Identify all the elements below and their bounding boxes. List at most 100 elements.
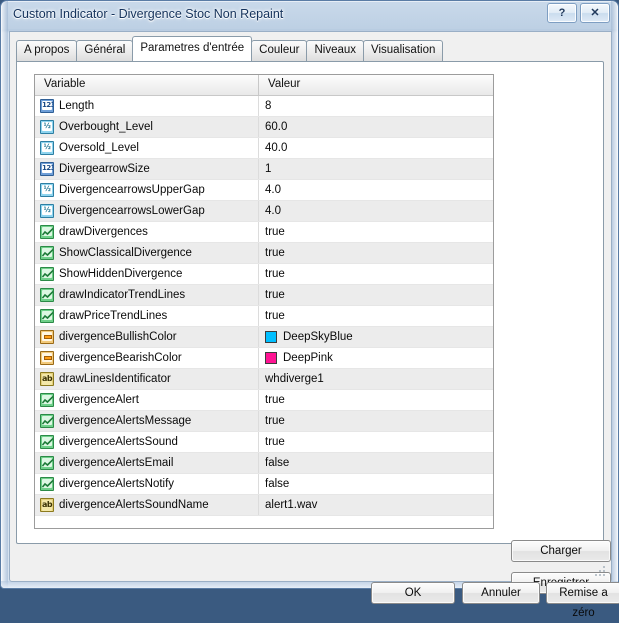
- cell-value[interactable]: true: [259, 222, 493, 242]
- value-text: 60.0: [265, 121, 288, 133]
- cell-variable[interactable]: ShowHiddenDivergence: [35, 264, 259, 284]
- variable-name: drawPriceTrendLines: [59, 310, 168, 322]
- close-button[interactable]: ✕: [580, 3, 610, 23]
- cell-variable[interactable]: divergenceBearishColor: [35, 348, 259, 368]
- cell-value[interactable]: DeepPink: [259, 348, 493, 368]
- dialog-client-area: A propos Général Parametres d'entrée Couleu…: [9, 31, 619, 619]
- cell-value[interactable]: true: [259, 432, 493, 452]
- table-row[interactable]: 123 DivergearrowSize 1: [35, 159, 493, 180]
- charger-button[interactable]: Charger: [511, 540, 611, 562]
- cell-variable[interactable]: divergenceAlertsNotify: [35, 474, 259, 494]
- table-row[interactable]: drawPriceTrendLines true: [35, 306, 493, 327]
- cell-variable[interactable]: drawDivergences: [35, 222, 259, 242]
- dialog-window: Custom Indicator - Divergence Stoc Non R…: [0, 0, 619, 619]
- table-row[interactable]: ab divergenceAlertsSoundName alert1.wav: [35, 495, 493, 516]
- annuler-button[interactable]: Annuler: [462, 582, 540, 604]
- variable-name: divergenceBullishColor: [59, 331, 177, 343]
- cell-value[interactable]: true: [259, 285, 493, 305]
- value-text: true: [265, 394, 285, 406]
- cell-variable[interactable]: ½ DivergencearrowsLowerGap: [35, 201, 259, 221]
- tab-niveaux[interactable]: Niveaux: [306, 40, 365, 61]
- cell-variable[interactable]: drawIndicatorTrendLines: [35, 285, 259, 305]
- cell-variable[interactable]: ½ Overbought_Level: [35, 117, 259, 137]
- cell-variable[interactable]: ½ DivergencearrowsUpperGap: [35, 180, 259, 200]
- tab-parametres-d-entr-e[interactable]: Parametres d'entrée: [132, 36, 253, 61]
- cell-variable[interactable]: divergenceAlertsSound: [35, 432, 259, 452]
- cell-variable[interactable]: ab drawLinesIdentificator: [35, 369, 259, 389]
- table-row[interactable]: ½ Overbought_Level 60.0: [35, 117, 493, 138]
- cell-variable[interactable]: divergenceAlert: [35, 390, 259, 410]
- window-border-right: [611, 1, 618, 588]
- tab-g-n-ral[interactable]: Général: [76, 40, 134, 61]
- table-row[interactable]: ShowHiddenDivergence true: [35, 264, 493, 285]
- parameters-grid[interactable]: Variable Valeur 123 Length 8 ½ Overbought_Le…: [34, 74, 494, 529]
- table-row[interactable]: divergenceAlert true: [35, 390, 493, 411]
- cell-value[interactable]: 4.0: [259, 201, 493, 221]
- window-border-left: [1, 1, 8, 588]
- tab-couleur[interactable]: Couleur: [251, 40, 308, 61]
- cell-value[interactable]: 40.0: [259, 138, 493, 158]
- grid-body: 123 Length 8 ½ Overbought_Level 60.0 ½ Oversold…: [35, 96, 493, 516]
- cell-value[interactable]: false: [259, 453, 493, 473]
- variable-name: DivergencearrowsUpperGap: [59, 184, 205, 196]
- cell-value[interactable]: 4.0: [259, 180, 493, 200]
- table-row[interactable]: divergenceAlertsEmail false: [35, 453, 493, 474]
- resize-grip-icon[interactable]: [594, 565, 606, 577]
- column-header-variable[interactable]: Variable: [35, 75, 259, 95]
- table-row[interactable]: divergenceAlertsSound true: [35, 432, 493, 453]
- help-button[interactable]: ?: [547, 3, 577, 23]
- table-row[interactable]: divergenceBullishColor DeepSkyBlue: [35, 327, 493, 348]
- question-mark-icon: ?: [558, 7, 566, 19]
- bool-icon: [40, 309, 54, 323]
- cell-variable[interactable]: ab divergenceAlertsSoundName: [35, 495, 259, 515]
- table-row[interactable]: drawIndicatorTrendLines true: [35, 285, 493, 306]
- grid-header-row: Variable Valeur: [35, 75, 493, 96]
- cell-value[interactable]: DeepSkyBlue: [259, 327, 493, 347]
- table-row[interactable]: drawDivergences true: [35, 222, 493, 243]
- value-text: 4.0: [265, 184, 281, 196]
- cell-variable[interactable]: drawPriceTrendLines: [35, 306, 259, 326]
- cell-variable[interactable]: 123 Length: [35, 96, 259, 116]
- cell-value[interactable]: true: [259, 390, 493, 410]
- tab-a-propos[interactable]: A propos: [16, 40, 78, 61]
- double-icon: ½: [40, 183, 54, 197]
- cell-value[interactable]: true: [259, 306, 493, 326]
- table-row[interactable]: divergenceAlertsNotify false: [35, 474, 493, 495]
- table-row[interactable]: 123 Length 8: [35, 96, 493, 117]
- cell-value[interactable]: false: [259, 474, 493, 494]
- ok-button[interactable]: OK: [371, 582, 455, 604]
- tab-strip: A propos Général Parametres d'entrée Couleu…: [16, 36, 444, 62]
- double-icon: ½: [40, 120, 54, 134]
- cell-variable[interactable]: divergenceAlertsEmail: [35, 453, 259, 473]
- variable-name: ShowHiddenDivergence: [59, 268, 183, 280]
- column-header-valeur[interactable]: Valeur: [259, 75, 493, 95]
- value-text: 40.0: [265, 142, 288, 154]
- remise-a-zero-button[interactable]: Remise a zéro: [546, 582, 619, 619]
- cell-value[interactable]: 8: [259, 96, 493, 116]
- variable-name: Oversold_Level: [59, 142, 139, 154]
- cell-variable[interactable]: ½ Oversold_Level: [35, 138, 259, 158]
- cell-value[interactable]: true: [259, 243, 493, 263]
- title-bar[interactable]: Custom Indicator - Divergence Stoc Non R…: [1, 1, 618, 31]
- cell-variable[interactable]: divergenceBullishColor: [35, 327, 259, 347]
- tab-visualisation[interactable]: Visualisation: [363, 40, 444, 61]
- cell-value[interactable]: alert1.wav: [259, 495, 493, 515]
- cell-value[interactable]: true: [259, 411, 493, 431]
- table-row[interactable]: ab drawLinesIdentificator whdiverge1: [35, 369, 493, 390]
- table-row[interactable]: divergenceAlertsMessage true: [35, 411, 493, 432]
- table-row[interactable]: ½ DivergencearrowsLowerGap 4.0: [35, 201, 493, 222]
- table-row[interactable]: ShowClassicalDivergence true: [35, 243, 493, 264]
- cell-variable[interactable]: 123 DivergearrowSize: [35, 159, 259, 179]
- bool-icon: [40, 393, 54, 407]
- bool-icon: [40, 414, 54, 428]
- table-row[interactable]: divergenceBearishColor DeepPink: [35, 348, 493, 369]
- value-text: 1: [265, 163, 272, 175]
- cell-variable[interactable]: divergenceAlertsMessage: [35, 411, 259, 431]
- cell-value[interactable]: 60.0: [259, 117, 493, 137]
- cell-value[interactable]: true: [259, 264, 493, 284]
- cell-value[interactable]: whdiverge1: [259, 369, 493, 389]
- cell-value[interactable]: 1: [259, 159, 493, 179]
- table-row[interactable]: ½ Oversold_Level 40.0: [35, 138, 493, 159]
- cell-variable[interactable]: ShowClassicalDivergence: [35, 243, 259, 263]
- table-row[interactable]: ½ DivergencearrowsUpperGap 4.0: [35, 180, 493, 201]
